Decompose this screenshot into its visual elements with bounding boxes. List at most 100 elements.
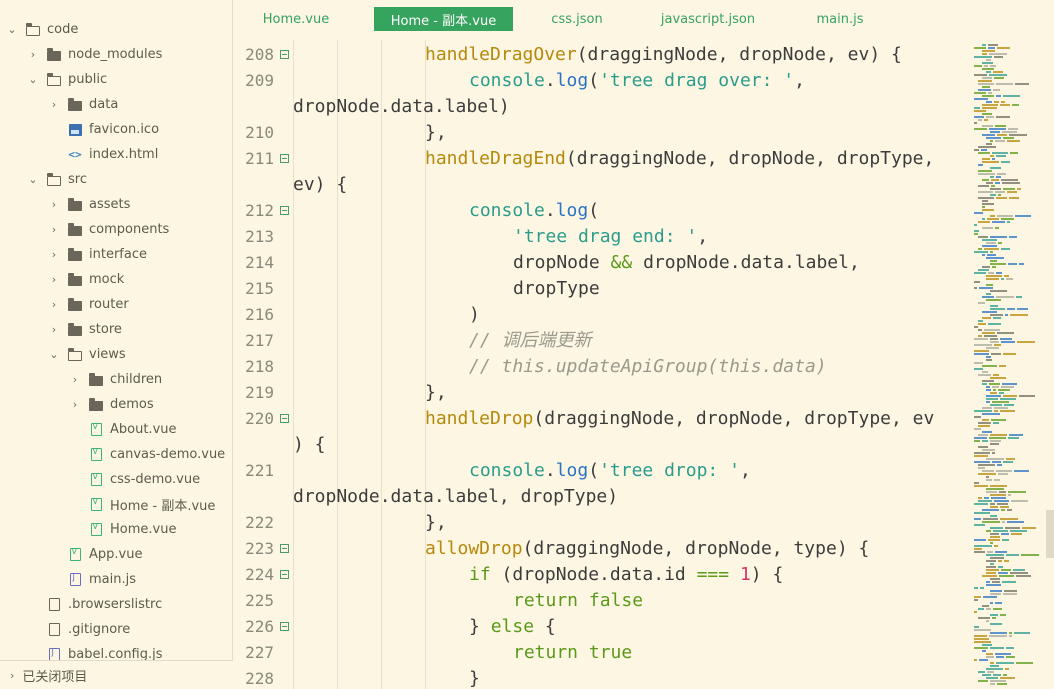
line-number: 227 (245, 643, 274, 662)
tree-item[interactable]: ›canvas-demo.vue (0, 442, 232, 467)
tree-item[interactable]: › components (0, 217, 232, 242)
code-line[interactable]: 225 return false (234, 588, 970, 614)
minimap-line (1000, 338, 1012, 340)
minimap-line (974, 122, 977, 124)
code-line[interactable]: dropNode.data.label, dropType) (234, 484, 970, 510)
code-line[interactable]: 216) (234, 302, 970, 328)
fold-toggle-icon[interactable] (280, 622, 289, 631)
editor-tab[interactable]: Home.vue (246, 7, 346, 31)
chevron-right-icon[interactable]: › (48, 273, 60, 286)
minimap-line (998, 389, 1010, 391)
tree-item[interactable]: ›Home.vue (0, 517, 232, 542)
chevron-right-icon[interactable]: › (48, 198, 60, 211)
tree-item[interactable]: ⌄ public (0, 67, 232, 92)
tree-item[interactable]: › assets (0, 192, 232, 217)
minimap-line (974, 548, 982, 550)
vertical-scrollbar[interactable] (1046, 510, 1054, 558)
tree-item[interactable]: › router (0, 292, 232, 317)
tree-item[interactable]: ⌄ views (0, 342, 232, 367)
chevron-down-icon[interactable]: ⌄ (27, 73, 39, 86)
code-line[interactable]: 221 console.log('tree drop: ', (234, 458, 970, 484)
chevron-right-icon[interactable]: › (69, 373, 81, 386)
code-line[interactable]: 217 // 调后端更新 (234, 328, 970, 354)
minimap-line (990, 578, 1000, 580)
code-text: return false (513, 590, 644, 611)
chevron-right-icon[interactable]: › (48, 323, 60, 336)
editor-tab[interactable]: Home - 副本.vue (374, 7, 513, 31)
chevron-right-icon[interactable]: › (69, 398, 81, 411)
code-line[interactable]: 222}, (234, 510, 970, 536)
code-line[interactable]: 226} else { (234, 614, 970, 640)
chevron-down-icon[interactable]: ⌄ (6, 23, 18, 36)
chevron-right-icon[interactable]: › (48, 98, 60, 111)
code-line[interactable]: 209 console.log('tree drag over: ', (234, 68, 970, 94)
minimap-line (1002, 131, 1017, 133)
minimap[interactable] (970, 40, 1046, 689)
fold-toggle-icon[interactable] (280, 206, 289, 215)
fold-toggle-icon[interactable] (280, 50, 289, 59)
minimap-line (986, 182, 993, 184)
tree-item[interactable]: › mock (0, 267, 232, 292)
tree-item[interactable]: ›.gitignore (0, 617, 232, 642)
chevron-right-icon[interactable]: › (48, 223, 60, 236)
editor-tab[interactable]: css.json (532, 7, 622, 31)
code-line[interactable]: 219}, (234, 380, 970, 406)
tree-item[interactable]: ›main.js (0, 567, 232, 592)
code-line[interactable]: 224 if (dropNode.data.id === 1) { (234, 562, 970, 588)
code-line[interactable]: 213 'tree drag end: ', (234, 224, 970, 250)
minimap-line (992, 158, 995, 160)
fold-toggle-icon[interactable] (280, 414, 289, 423)
tree-item[interactable]: › node_modules (0, 42, 232, 67)
code-line[interactable]: 215 dropType (234, 276, 970, 302)
tree-item[interactable]: ›favicon.ico (0, 117, 232, 142)
code-line[interactable]: ev) { (234, 172, 970, 198)
editor-tab[interactable]: main.js (800, 7, 880, 31)
code-line[interactable]: 208 handleDragOver(draggingNode, dropNode… (234, 42, 970, 68)
minimap-line (1001, 161, 1010, 163)
chevron-down-icon[interactable]: ⌄ (48, 348, 60, 361)
tree-item[interactable]: › children (0, 367, 232, 392)
tree-item-label: Home.vue (110, 522, 177, 537)
code-editor[interactable]: 208 handleDragOver(draggingNode, dropNode… (234, 40, 970, 689)
code-line[interactable]: 228} (234, 666, 970, 689)
tree-item[interactable]: › store (0, 317, 232, 342)
code-line[interactable]: 214 dropNode && dropNode.data.label, (234, 250, 970, 276)
tree-item[interactable]: ›.browserslistrc (0, 592, 232, 617)
minimap-line (982, 113, 992, 115)
tree-item-label: interface (89, 247, 147, 262)
minimap-line (1003, 137, 1014, 139)
fold-toggle-icon[interactable] (280, 154, 289, 163)
tree-item[interactable]: ›About.vue (0, 417, 232, 442)
tree-item[interactable]: ›App.vue (0, 542, 232, 567)
minimap-line (978, 464, 995, 466)
tree-item[interactable]: › interface (0, 242, 232, 267)
chevron-right-icon[interactable]: › (48, 248, 60, 261)
code-line[interactable]: 210}, (234, 120, 970, 146)
tree-item-label: App.vue (89, 547, 143, 562)
code-line[interactable]: 212 console.log( (234, 198, 970, 224)
closed-projects-section[interactable]: › 已关闭项目 (0, 660, 233, 689)
fold-toggle-icon[interactable] (280, 570, 289, 579)
fold-toggle-icon[interactable] (280, 544, 289, 553)
minimap-line (974, 611, 977, 613)
code-line[interactable]: 227 return true (234, 640, 970, 666)
chevron-right-icon[interactable]: › (27, 48, 39, 61)
tree-item[interactable]: ⌄ code (0, 17, 232, 42)
tree-item[interactable]: › data (0, 92, 232, 117)
tree-item[interactable]: ›Home - 副本.vue (0, 492, 232, 517)
minimap-line (1001, 278, 1004, 280)
tree-item[interactable]: › demos (0, 392, 232, 417)
editor-tab[interactable]: javascript.json (648, 7, 768, 31)
code-line[interactable]: 220 handleDrop(draggingNode, dropNode, dr… (234, 406, 970, 432)
chevron-right-icon[interactable]: › (48, 298, 60, 311)
code-line[interactable]: dropNode.data.label) (234, 94, 970, 120)
minimap-line (982, 203, 994, 205)
tree-item[interactable]: ›<>index.html (0, 142, 232, 167)
code-line[interactable]: 218 // this.updateApiGroup(this.data) (234, 354, 970, 380)
tree-item[interactable]: ›css-demo.vue (0, 467, 232, 492)
code-line[interactable]: 223 allowDrop(draggingNode, dropNode, typ… (234, 536, 970, 562)
code-line[interactable]: 211 handleDragEnd(draggingNode, dropNode,… (234, 146, 970, 172)
chevron-down-icon[interactable]: ⌄ (27, 173, 39, 186)
code-line[interactable]: ) { (234, 432, 970, 458)
tree-item[interactable]: ⌄ src (0, 167, 232, 192)
